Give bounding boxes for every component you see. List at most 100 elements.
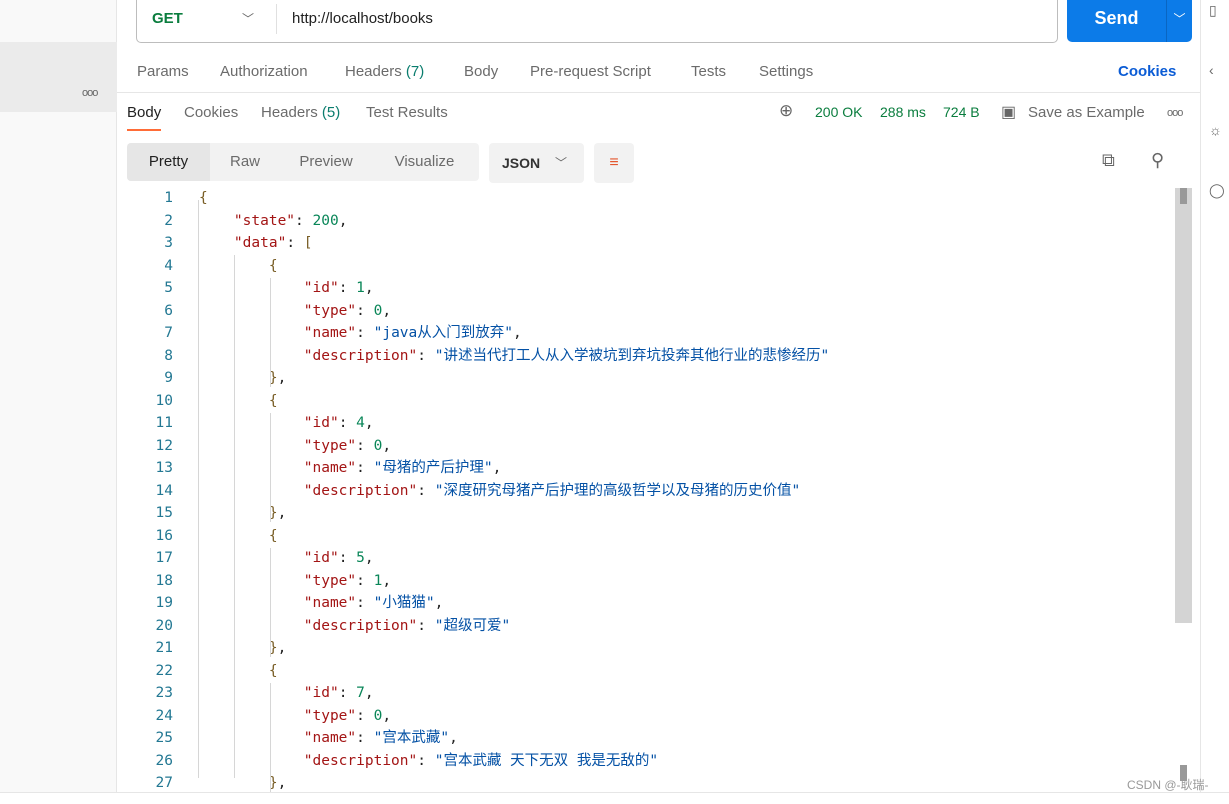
info-icon[interactable]: ◯ xyxy=(1209,182,1225,199)
request-tabs: Params Authorization Headers (7) Body Pr… xyxy=(117,56,1200,93)
save-icon: ▣ xyxy=(1001,104,1017,121)
chevron-down-icon[interactable]: ﹀ xyxy=(1167,10,1192,27)
method-label: GET xyxy=(152,10,183,27)
code-token: } xyxy=(199,505,278,521)
cookies-link[interactable]: Cookies xyxy=(1118,63,1176,80)
status-code[interactable]: 200 OK xyxy=(815,104,862,120)
copy-icon[interactable]: ⧉ xyxy=(1102,150,1115,171)
response-size[interactable]: 724 B xyxy=(943,104,980,120)
code-token: "name" xyxy=(199,325,357,341)
code-token: [ xyxy=(303,235,313,251)
code-line: "name": "母猪的产后护理", xyxy=(199,460,502,477)
code-token: 200 xyxy=(312,212,339,229)
code-icon[interactable]: ‹ xyxy=(1209,62,1214,78)
code-line: { xyxy=(199,528,278,545)
code-line: "description": "宫本武藏 天下无双 我是无敌的" xyxy=(199,753,658,770)
view-visualize[interactable]: Visualize xyxy=(372,143,477,181)
code-line: { xyxy=(199,190,208,207)
code-token: , xyxy=(449,730,458,746)
right-sidebar: ▯ ‹ ☼ ◯ xyxy=(1200,0,1229,792)
code-token: : xyxy=(417,752,435,769)
line-number: 1 xyxy=(164,190,173,206)
docs-icon[interactable]: ▯ xyxy=(1209,2,1217,19)
line-number: 4 xyxy=(164,257,173,274)
code-line: "name": "宫本武藏", xyxy=(199,730,458,747)
code-token: : xyxy=(338,685,357,701)
method-select[interactable]: GET ﹀ xyxy=(137,3,277,34)
indent-guide xyxy=(270,548,271,657)
code-line: }, xyxy=(199,640,286,657)
code-line: "name": "java从入门到放弃", xyxy=(199,325,522,342)
more-options-icon[interactable]: ooo xyxy=(82,87,98,99)
code-token: "description" xyxy=(199,482,418,499)
line-number: 2 xyxy=(164,212,173,229)
code-token: "母猪的产后护理" xyxy=(373,460,493,476)
code-token: } xyxy=(199,640,278,656)
view-pretty[interactable]: Pretty xyxy=(127,143,210,181)
tab-authorization[interactable]: Authorization xyxy=(220,63,308,80)
search-icon[interactable]: ⚲ xyxy=(1151,150,1164,171)
code-token: "id" xyxy=(199,415,339,431)
code-token: , xyxy=(277,505,287,521)
line-number: 15 xyxy=(155,505,173,521)
wrap-lines-button[interactable]: ≡ xyxy=(594,143,634,183)
url-input[interactable]: http://localhost/books xyxy=(277,10,433,27)
line-number: 6 xyxy=(164,302,173,319)
send-button[interactable]: Send ﹀ xyxy=(1067,0,1192,42)
code-token: "宫本武藏" xyxy=(373,730,450,746)
code-token: "id" xyxy=(199,685,339,701)
code-token: } xyxy=(199,370,278,386)
code-token: "description" xyxy=(199,617,418,634)
code-token: , xyxy=(364,550,374,566)
tab-tests[interactable]: Tests xyxy=(691,63,726,80)
code-line: { xyxy=(199,393,278,410)
view-preview[interactable]: Preview xyxy=(280,143,372,181)
vertical-scrollbar[interactable] xyxy=(1175,188,1192,623)
code-token: "超级可爱" xyxy=(434,617,511,634)
tab-settings[interactable]: Settings xyxy=(759,63,813,80)
line-number: 26 xyxy=(155,752,173,769)
code-token: , xyxy=(382,437,392,454)
code-token: : xyxy=(356,707,374,724)
sidebar-selected-item[interactable] xyxy=(0,42,117,112)
tab-body[interactable]: Body xyxy=(464,63,498,80)
code-token: "state" xyxy=(199,212,296,229)
code-token: : xyxy=(417,617,435,634)
format-select[interactable]: JSON ﹀ xyxy=(489,143,584,183)
code-token: , xyxy=(277,775,287,791)
more-options-icon[interactable]: ooo xyxy=(1167,107,1183,119)
tab-headers[interactable]: Headers (7) xyxy=(345,63,424,80)
code-line: { xyxy=(199,258,278,275)
code-token: { xyxy=(199,257,278,274)
code-token: , xyxy=(382,707,392,724)
tab-response-body[interactable]: Body xyxy=(127,104,162,131)
tab-params[interactable]: Params xyxy=(137,63,189,80)
code-token: : xyxy=(356,302,374,319)
tab-test-results[interactable]: Test Results xyxy=(366,104,448,121)
tab-response-headers[interactable]: Headers (5) xyxy=(261,104,340,121)
view-raw[interactable]: Raw xyxy=(210,143,280,181)
scrollbar-thumb[interactable] xyxy=(1180,188,1187,204)
tab-pre-request-script[interactable]: Pre-request Script xyxy=(530,63,651,80)
code-line: "description": "深度研究母猪产后护理的高级哲学以及母猪的历史价值… xyxy=(199,483,800,500)
tab-response-cookies[interactable]: Cookies xyxy=(184,104,238,121)
code-token: "name" xyxy=(199,730,357,746)
code-token: : xyxy=(338,280,357,296)
status-bar xyxy=(0,792,1229,804)
response-body-editor[interactable]: 1{2 "state": 200, 3 "data": [4 {5 "id": 1… xyxy=(117,188,1175,792)
code-token: , xyxy=(364,685,374,701)
code-token: , xyxy=(338,212,348,229)
code-line: "id": 7, xyxy=(199,685,374,702)
code-token: "type" xyxy=(199,572,357,589)
code-token: "id" xyxy=(199,280,339,296)
code-token: : xyxy=(356,572,374,589)
code-token: , xyxy=(364,415,374,431)
code-token: "type" xyxy=(199,302,357,319)
globe-icon[interactable]: ⊕ xyxy=(779,101,793,121)
code-token: 4 xyxy=(356,415,365,431)
lightbulb-icon[interactable]: ☼ xyxy=(1209,122,1222,138)
response-time[interactable]: 288 ms xyxy=(880,104,926,120)
save-as-example-button[interactable]: Save as Example xyxy=(1028,104,1145,121)
indent-guide xyxy=(270,278,271,387)
code-token: 5 xyxy=(356,550,365,566)
